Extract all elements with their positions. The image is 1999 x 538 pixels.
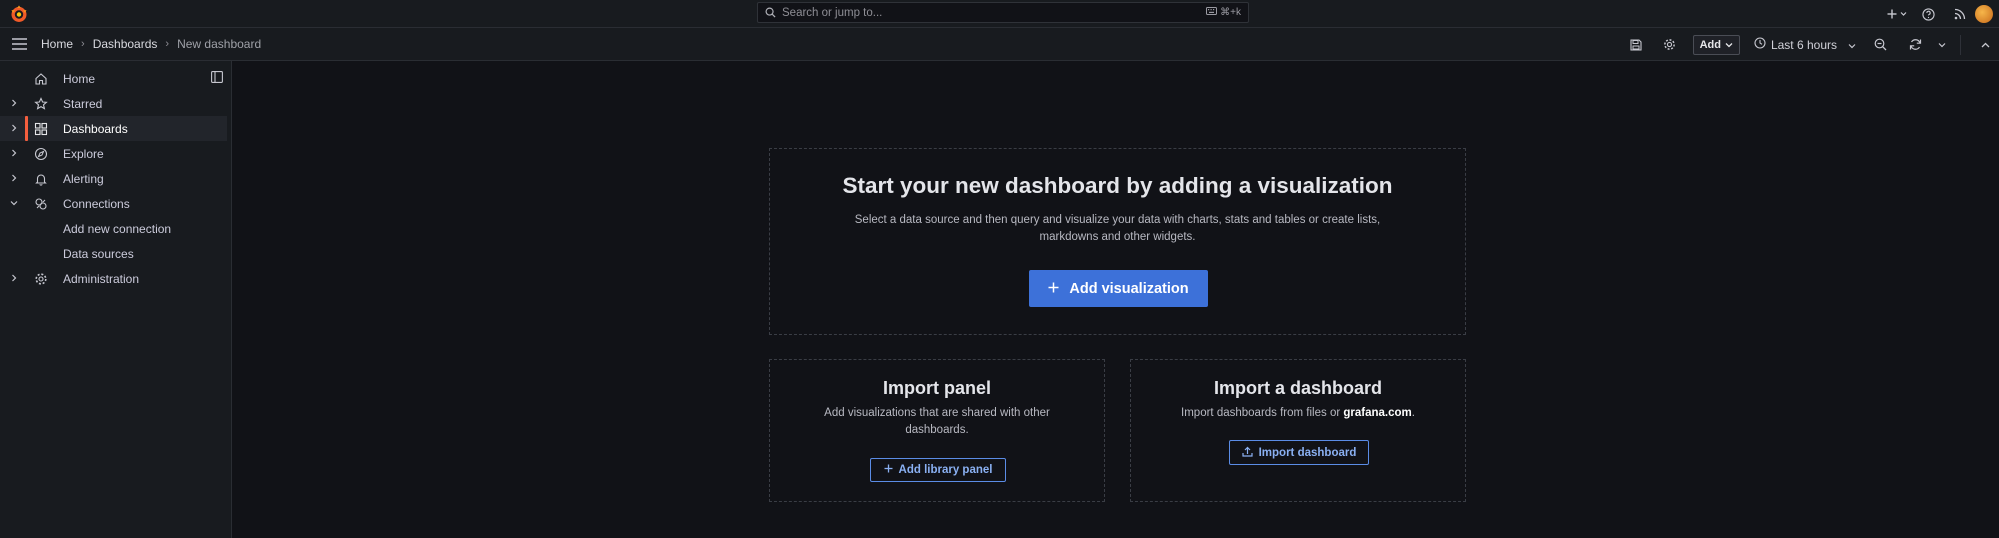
chevron-right-icon[interactable]: [9, 123, 19, 133]
time-range-label: Last 6 hours: [1770, 37, 1837, 52]
dashboard-settings-gear-icon[interactable]: [1653, 38, 1687, 51]
sidebar-subitem-data-sources[interactable]: Data sources: [63, 247, 134, 261]
sidebar-item-dashboards[interactable]: Dashboards: [0, 116, 227, 141]
chevron-down-icon[interactable]: [9, 198, 19, 208]
import-dashboard-button[interactable]: Import dashboard: [1229, 440, 1369, 465]
add-visualization-label: Add visualization: [1069, 280, 1189, 297]
sidebar-item-explore[interactable]: Explore: [0, 141, 227, 166]
cog-icon: [34, 272, 48, 286]
breadcrumb-dashboards[interactable]: Dashboards: [93, 37, 158, 51]
breadcrumb-home[interactable]: Home: [41, 37, 73, 51]
bell-icon: [34, 172, 48, 186]
sidebar-item-label: Dashboards: [63, 122, 128, 136]
refresh-icon[interactable]: [1898, 38, 1932, 51]
sidebar-item-administration[interactable]: Administration: [0, 266, 227, 291]
plus-icon: [884, 464, 893, 476]
zoom-out-icon[interactable]: [1862, 38, 1898, 51]
import-panel-title: Import panel: [882, 378, 991, 398]
breadcrumb-separator-icon: ›: [165, 38, 170, 50]
chevron-right-icon[interactable]: [9, 148, 19, 158]
import-dashboard-title: Import a dashboard: [1213, 378, 1383, 398]
add-visualization-button[interactable]: Add visualization: [1029, 270, 1208, 307]
sidebar-item-home[interactable]: Home: [0, 66, 227, 91]
save-dashboard-icon[interactable]: [1619, 38, 1653, 51]
sidebar-item-alerting[interactable]: Alerting: [0, 166, 227, 191]
import-dashboard-description-suffix: .: [1411, 407, 1415, 419]
import-panel-description-line-2: dashboards.: [905, 424, 969, 436]
new-menu-button[interactable]: [1885, 8, 1911, 20]
sidebar-item-label: Home: [63, 72, 96, 86]
plus-icon: [1048, 281, 1059, 297]
hero-description-line-2: markdowns and other widgets.: [1039, 231, 1196, 243]
grafana-logo-icon[interactable]: [9, 4, 29, 24]
news-rss-icon[interactable]: [1945, 8, 1975, 20]
dashboards-grid-icon: [34, 122, 48, 136]
sidebar-item-label: Starred: [63, 97, 103, 111]
user-avatar[interactable]: [1975, 5, 1993, 23]
time-range-picker[interactable]: Last 6 hours: [1754, 37, 1856, 52]
chevron-down-icon: [1725, 39, 1733, 51]
chevron-right-icon[interactable]: [9, 173, 19, 183]
connections-plug-icon: [34, 197, 48, 211]
add-library-panel-button[interactable]: Add library panel: [870, 458, 1006, 482]
dashboard-toolbar: Home › Dashboards › New dashboard Add La…: [0, 28, 1999, 61]
top-right-actions: [1885, 0, 1999, 28]
import-dashboard-card: Import a dashboard Import dashboards fro…: [1130, 359, 1466, 502]
sidebar-item-label: Explore: [63, 147, 104, 161]
sidebar-item-connections[interactable]: Connections: [0, 191, 227, 216]
import-dashboard-description-prefix: Import dashboards from files or: [1181, 407, 1344, 419]
sidebar-item-starred[interactable]: Starred: [0, 91, 227, 116]
dashboard-tools: Add Last 6 hours: [1619, 28, 1999, 61]
import-panel-card: Import panel Add visualizations that are…: [769, 359, 1105, 502]
hero-description-line-1: Select a data source and then query and …: [854, 214, 1381, 226]
toolbar-divider: [1960, 34, 1961, 55]
add-visualization-card: Start your new dashboard by adding a vis…: [769, 148, 1466, 335]
search-placeholder: Search or jump to...: [782, 6, 883, 19]
import-dashboard-label: Import dashboard: [1258, 446, 1357, 459]
chevron-down-icon: [1848, 38, 1856, 52]
chevron-right-icon[interactable]: [9, 273, 19, 283]
import-dashboard-description: Import dashboards from files or grafana.…: [1131, 405, 1465, 422]
sidebar-item-label: Administration: [63, 272, 140, 286]
breadcrumb: Home › Dashboards › New dashboard: [41, 37, 261, 51]
chevron-right-icon[interactable]: [9, 98, 19, 108]
star-icon: [34, 97, 48, 111]
import-panel-description-line-1: Add visualizations that are shared with …: [824, 407, 1050, 419]
home-icon: [34, 72, 48, 86]
add-button[interactable]: Add: [1692, 34, 1740, 55]
compass-icon: [34, 147, 48, 161]
upload-icon: [1242, 446, 1253, 460]
sidebar-subitem-add-new-connection[interactable]: Add new connection: [63, 222, 171, 236]
help-icon[interactable]: [1911, 7, 1945, 21]
sidebar-item-label: Alerting: [63, 172, 104, 186]
add-library-panel-label: Add library panel: [898, 464, 993, 476]
sidebar: Home Starred Dashboards Explore Alerting…: [0, 61, 232, 538]
menu-toggle-icon[interactable]: [12, 38, 27, 53]
active-indicator: [25, 116, 28, 141]
add-button-label: Add: [1699, 38, 1721, 51]
sidebar-item-label: Connections: [63, 197, 130, 211]
breadcrumb-separator-icon: ›: [81, 38, 85, 50]
grafana-com-link[interactable]: grafana.com: [1343, 407, 1411, 419]
shortcut-text: ⌘+k: [1220, 7, 1241, 18]
hero-title: Start your new dashboard by adding a vis…: [842, 173, 1393, 198]
top-bar: Search or jump to... ⌘+k: [0, 0, 1999, 28]
search-shortcut: ⌘+k: [1206, 7, 1241, 18]
breadcrumb-current: New dashboard: [177, 37, 262, 51]
search-input[interactable]: Search or jump to... ⌘+k: [757, 2, 1249, 23]
collapse-chevron-up-icon[interactable]: [1971, 42, 1999, 48]
refresh-interval-chevron-icon[interactable]: [1932, 42, 1952, 48]
clock-icon: [1754, 37, 1766, 52]
search-icon: [765, 7, 776, 18]
keyboard-icon: [1206, 7, 1218, 18]
